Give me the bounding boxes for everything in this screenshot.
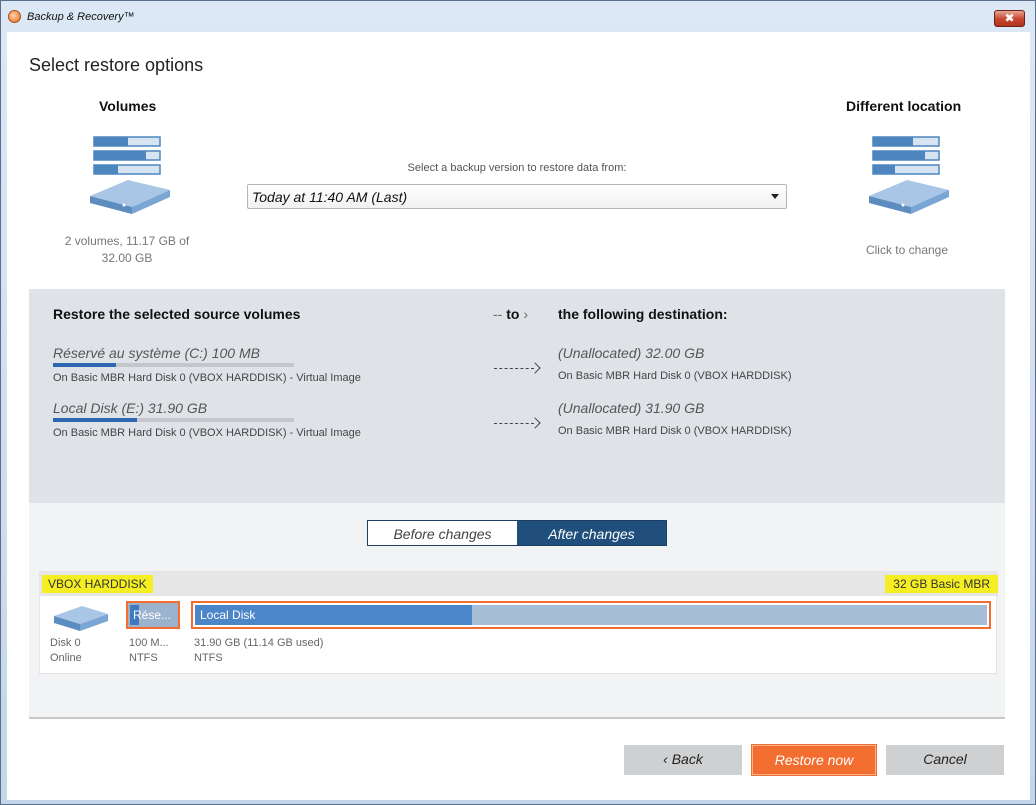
destination-name: (Unallocated) 31.90 GB <box>558 400 705 416</box>
source-summary-line: 2 volumes, 11.17 GB of <box>64 234 190 248</box>
title-bar: Backup & Recovery™ ✖ <box>1 1 1035 31</box>
disk-number: Disk 0 <box>50 637 81 649</box>
destination-item[interactable]: (Unallocated) 31.90 GB On Basic MBR Hard… <box>558 400 958 437</box>
partition-local-disk[interactable]: Local Disk <box>191 601 991 629</box>
volume-usage-bar <box>53 418 294 422</box>
destination-name: (Unallocated) 32.00 GB <box>558 345 705 361</box>
partition-size: 100 M... <box>129 637 169 649</box>
source-volume-location: On Basic MBR Hard Disk 0 (VBOX HARDDISK)… <box>53 427 361 439</box>
page-title: Select restore options <box>29 55 204 75</box>
partition-info: 100 M... NTFS <box>129 636 169 666</box>
tab-after-changes[interactable]: After changes <box>517 521 666 545</box>
volume-usage-bar <box>53 363 294 367</box>
partition-label: Rése... <box>133 608 172 622</box>
disk-label: Disk 0 Online <box>50 636 82 666</box>
window-title: Backup & Recovery™ <box>27 11 135 23</box>
volume-usage-fill <box>53 418 138 422</box>
partition-bar: Local Disk <box>195 605 987 625</box>
volume-usage-fill <box>53 363 116 367</box>
partition-bar: Rése... <box>130 605 176 625</box>
to-label: -- to › <box>493 306 528 322</box>
partition-size: 31.90 GB (11.14 GB used) <box>194 637 324 649</box>
disk-type: 32 GB Basic MBR <box>885 575 998 593</box>
backup-version-dropdown[interactable]: Today at 11:40 AM (Last) <box>247 184 787 209</box>
partition-label: Local Disk <box>200 608 256 622</box>
destination-location: On Basic MBR Hard Disk 0 (VBOX HARDDISK) <box>558 370 792 382</box>
partition-reserved[interactable]: Rése... <box>126 601 180 629</box>
change-destination-link[interactable]: Click to change <box>842 243 972 257</box>
destination-item[interactable]: (Unallocated) 32.00 GB On Basic MBR Hard… <box>558 345 958 382</box>
close-button[interactable]: ✖ <box>994 10 1025 27</box>
restore-mapping-panel: Restore the selected source volumes -- t… <box>29 289 1005 503</box>
hard-disk-icon <box>54 606 108 631</box>
source-summary-line: 32.00 GB <box>101 251 153 265</box>
view-toggle: Before changes After changes <box>367 520 667 546</box>
backup-version-value: Today at 11:40 AM (Last) <box>252 189 408 205</box>
app-logo-icon <box>8 10 21 23</box>
disk-name: VBOX HARDDISK <box>42 575 153 593</box>
destination-location: On Basic MBR Hard Disk 0 (VBOX HARDDISK) <box>558 425 792 437</box>
chevron-down-icon <box>771 194 779 199</box>
source-volume-location: On Basic MBR Hard Disk 0 (VBOX HARDDISK)… <box>53 372 361 384</box>
restore-now-button[interactable]: Restore now <box>752 745 876 775</box>
source-summary: 2 volumes, 11.17 GB of 32.00 GB <box>59 233 195 267</box>
to-text: to <box>506 306 520 322</box>
partition-fs: NTFS <box>129 652 158 664</box>
disk-map-area: Before changes After changes VBOX HARDDI… <box>29 503 1005 719</box>
arrow-right-icon: › <box>523 306 528 322</box>
server-icon[interactable] <box>82 132 172 222</box>
restore-destination-heading: the following destination: <box>558 306 728 322</box>
disk-status: Online <box>50 652 82 664</box>
back-button[interactable]: ‹ Back <box>624 745 742 775</box>
source-volume-item[interactable]: Local Disk (E:) 31.90 GB On Basic MBR Ha… <box>53 400 503 439</box>
source-heading: Volumes <box>99 98 157 114</box>
app-window: Backup & Recovery™ ✖ Select restore opti… <box>0 0 1036 805</box>
dashed-arrow-icon <box>494 417 541 430</box>
main-content: Select restore options Volumes 2 volumes… <box>7 32 1030 800</box>
partition-info: 31.90 GB (11.14 GB used) NTFS <box>194 636 323 666</box>
source-volume-name: Réservé au système (C:) 100 MB <box>53 345 260 361</box>
source-volume-name: Local Disk (E:) 31.90 GB <box>53 400 208 416</box>
destination-heading: Different location <box>846 98 962 114</box>
dashed-arrow-icon <box>494 362 541 375</box>
cancel-button[interactable]: Cancel <box>886 745 1004 775</box>
restore-source-heading: Restore the selected source volumes <box>53 306 301 322</box>
source-volume-item[interactable]: Réservé au système (C:) 100 MB On Basic … <box>53 345 503 384</box>
tab-before-changes[interactable]: Before changes <box>368 521 517 545</box>
partition-fs: NTFS <box>194 652 223 664</box>
disk-header: VBOX HARDDISK 32 GB Basic MBR <box>40 572 998 596</box>
version-label: Select a backup version to restore data … <box>407 162 627 174</box>
server-icon[interactable] <box>861 132 951 222</box>
to-dash: -- <box>493 306 503 322</box>
disk-panel: VBOX HARDDISK 32 GB Basic MBR Disk 0 Onl… <box>39 571 998 674</box>
